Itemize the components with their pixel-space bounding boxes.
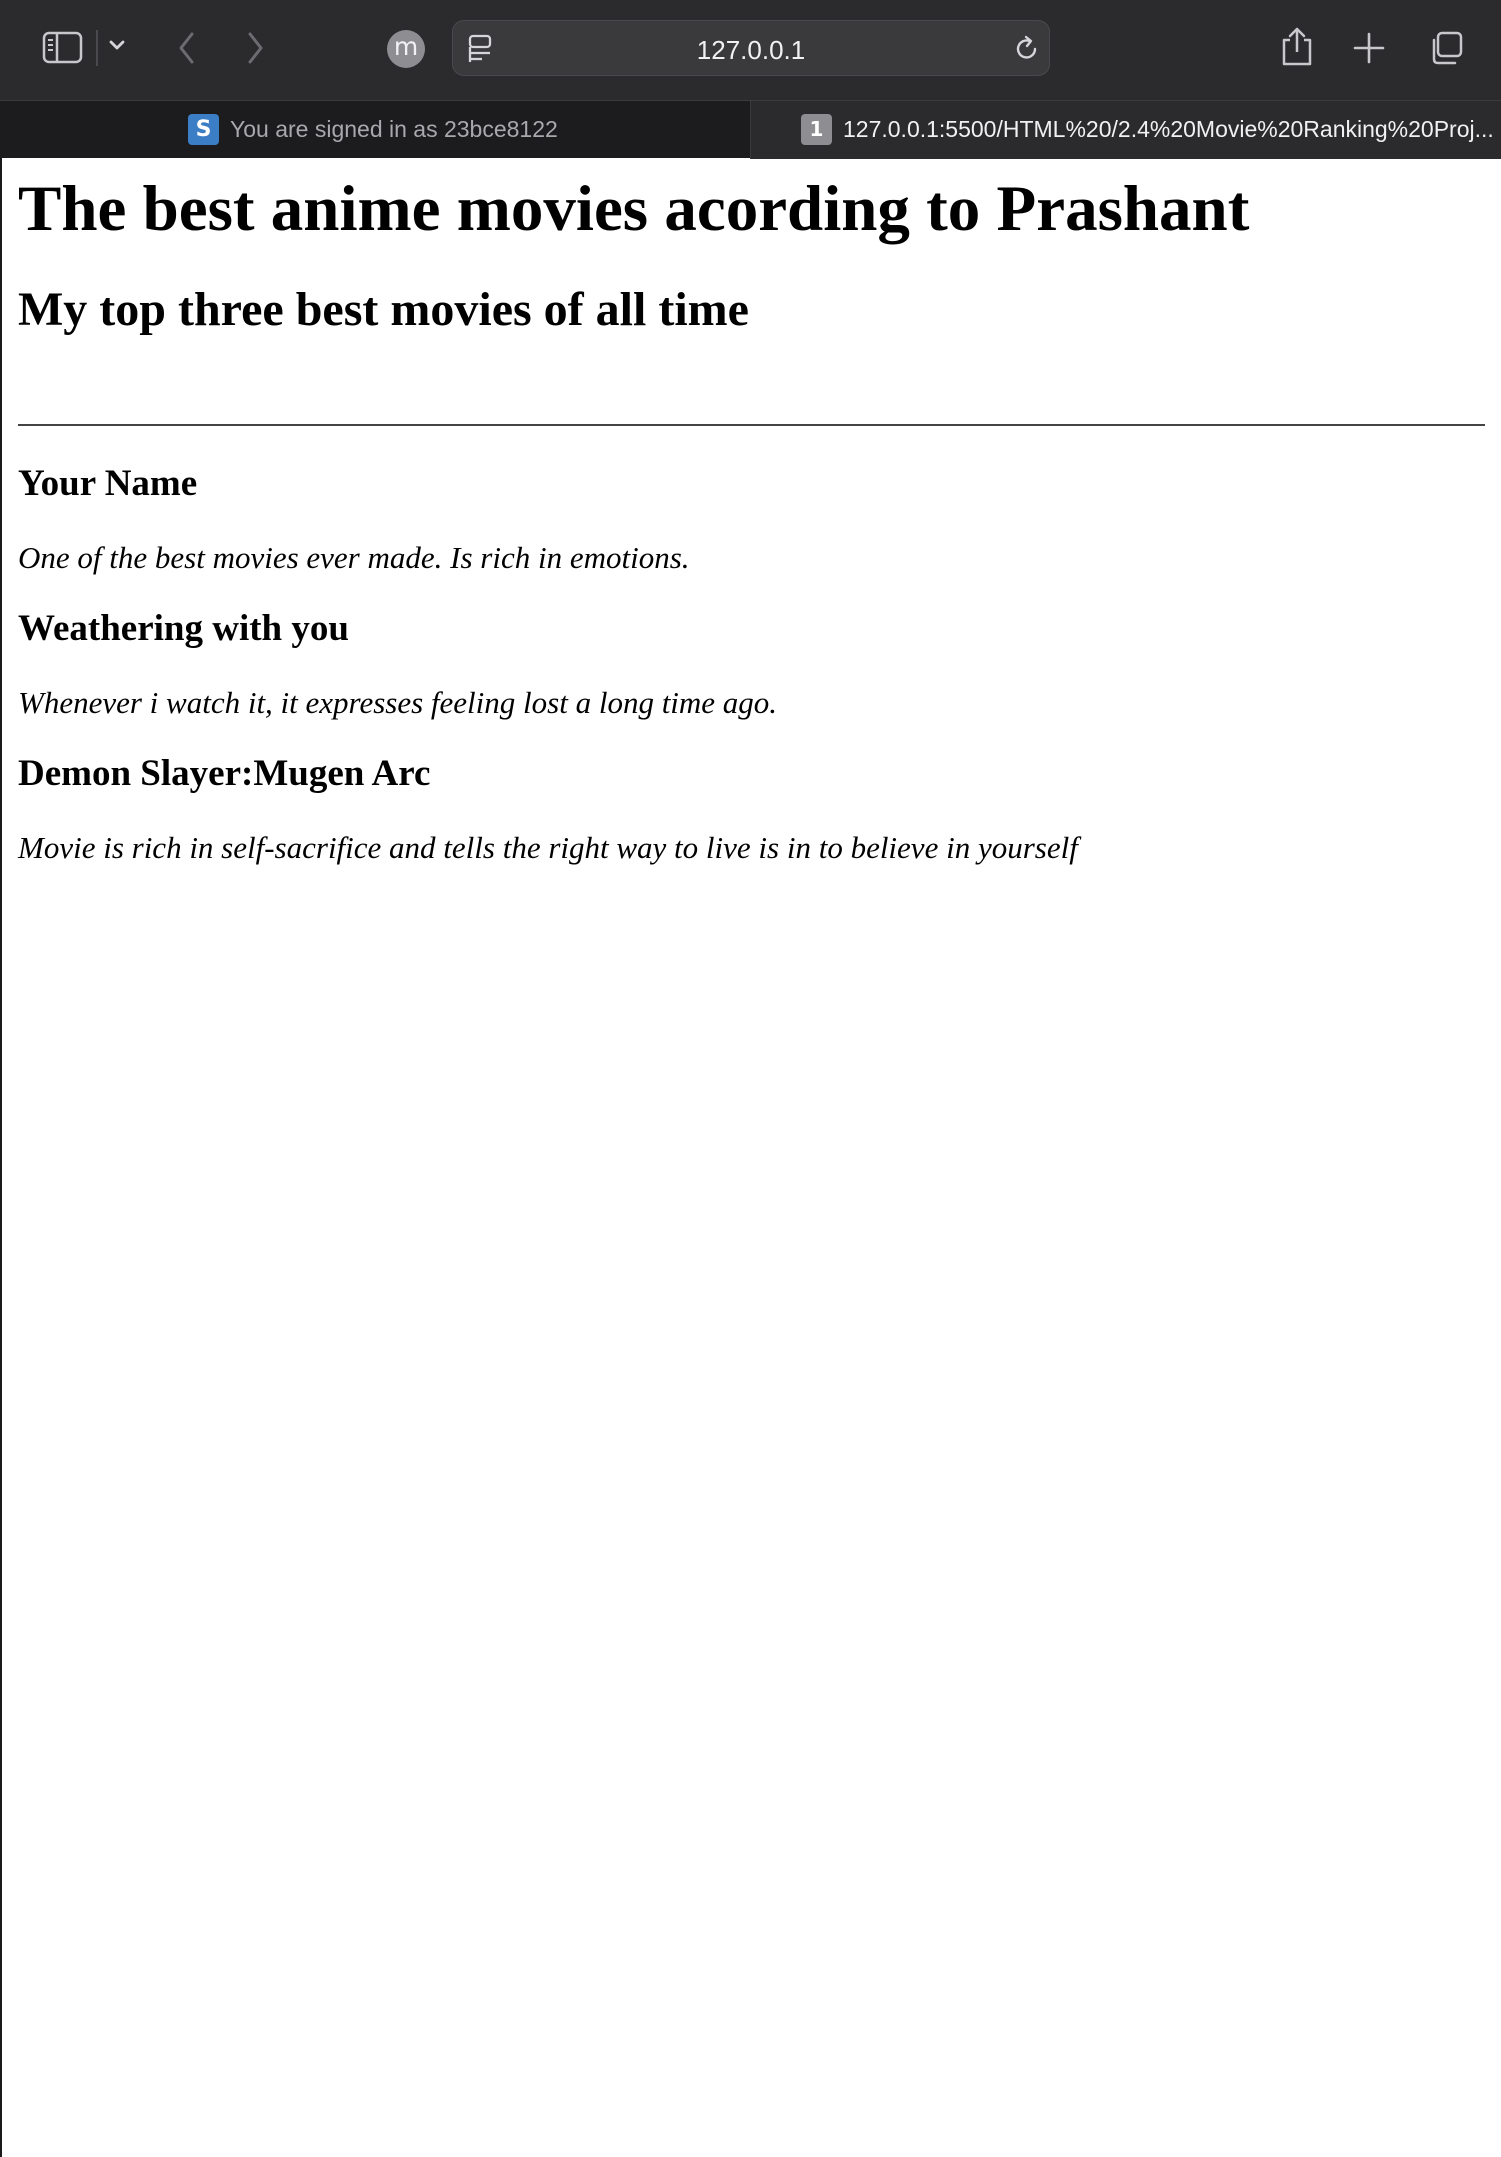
chevron-down-icon[interactable]: [108, 38, 126, 52]
browser-toolbar: m 127.0.0.1: [0, 0, 1501, 100]
back-icon[interactable]: [176, 30, 198, 66]
sidebar-icon[interactable]: [42, 30, 84, 66]
divider: [18, 424, 1485, 427]
tab-movie-ranking[interactable]: 1 127.0.0.1:5500/HTML%20/2.4%20Movie%20R…: [750, 101, 1501, 159]
share-icon[interactable]: [1280, 26, 1314, 68]
page-title: The best anime movies acording to Prasha…: [18, 173, 1250, 245]
url-text: 127.0.0.1: [696, 35, 806, 65]
tab-label: You are signed in as 23bce8122: [230, 116, 558, 142]
page-content: The best anime movies acording to Prasha…: [0, 158, 1501, 2157]
forward-icon[interactable]: [244, 30, 266, 66]
address-bar[interactable]: 127.0.0.1: [452, 20, 1050, 76]
profile-avatar[interactable]: m: [387, 30, 425, 68]
movie-description: Whenever i watch it, it expresses feelin…: [18, 684, 778, 720]
tab-bar: S You are signed in as 23bce8122 1 127.0…: [0, 100, 1501, 159]
movie-title: Weathering with you: [18, 608, 349, 650]
movie-title: Your Name: [18, 463, 198, 505]
movie-description: One of the best movies ever made. Is ric…: [18, 539, 690, 575]
tab-label: 127.0.0.1:5500/HTML%20/2.4%20Movie%20Ran…: [843, 116, 1494, 142]
reload-icon[interactable]: [1013, 35, 1041, 63]
movie-title: Demon Slayer:Mugen Arc: [18, 752, 431, 794]
tab-signed-in[interactable]: S You are signed in as 23bce8122: [0, 101, 750, 159]
tab-overview-icon[interactable]: [1428, 30, 1464, 66]
divider: [96, 30, 98, 66]
movie-description: Movie is rich in self-sacrifice and tell…: [18, 829, 1078, 865]
number-favicon-icon: 1: [801, 114, 832, 145]
new-tab-icon[interactable]: [1353, 32, 1385, 64]
page-subtitle: My top three best movies of all time: [18, 282, 749, 336]
sourcegraph-favicon-icon: S: [188, 114, 219, 145]
